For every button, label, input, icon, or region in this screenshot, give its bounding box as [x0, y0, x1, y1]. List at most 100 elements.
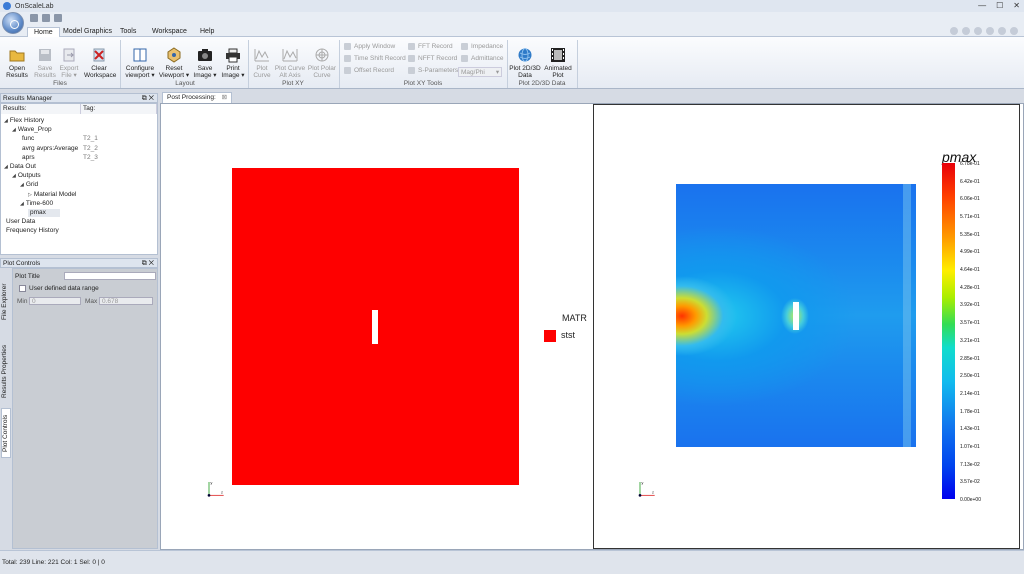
expand-arrow-icon[interactable]: ◢ [20, 201, 24, 207]
tree-item[interactable]: ◢ Outputs [12, 172, 41, 180]
group-label-files: Files [53, 80, 67, 87]
tree-item[interactable]: User Data [4, 218, 35, 226]
circle-icon[interactable] [950, 27, 958, 35]
status-text: Total: 239 Line: 221 Col: 1 Sel: 0 | 0 [2, 559, 105, 566]
results-column-header[interactable]: Results: [1, 104, 81, 114]
app-menu-button[interactable] [2, 12, 24, 34]
minimize-icon[interactable]: — [978, 1, 986, 10]
checkbox[interactable] [19, 285, 26, 292]
animated-plot-button[interactable]: Animated Plot [542, 40, 574, 79]
axis-triad-icon: y z [638, 480, 655, 497]
tab-workspace[interactable]: Workspace [146, 27, 193, 37]
tree-item[interactable]: ◢ Time-600 [20, 200, 53, 208]
expand-arrow-icon[interactable]: ◢ [12, 127, 16, 133]
group-label-plot-xy-tools: Plot XY Tools [403, 80, 443, 87]
film-icon [551, 48, 565, 62]
expand-arrow-icon[interactable]: ◢ [4, 164, 8, 170]
plot-title-input[interactable] [64, 272, 156, 280]
colorbar-tick-label: 4.28e-01 [960, 284, 980, 291]
tree-item[interactable]: ◢ Grid [20, 181, 38, 189]
min-input[interactable]: 0 [29, 297, 81, 305]
heatmap-slot [793, 302, 799, 330]
tab-results-properties[interactable]: Results Properties [1, 334, 11, 408]
tree-item[interactable]: pmax [28, 209, 60, 217]
camera-icon [198, 49, 212, 61]
offset-record-button[interactable]: Offset Record [344, 67, 394, 74]
impedance-icon [461, 43, 468, 50]
export-file-button[interactable]: Export File ▾ [54, 40, 84, 79]
print-image-button[interactable]: Print Image ▾ [218, 40, 248, 79]
plot-2d3d-data-button[interactable]: Plot 2D/3D Data [509, 40, 541, 79]
status-bar: Total: 239 Line: 221 Col: 1 Sel: 0 | 0 [0, 550, 1024, 574]
tab-help[interactable]: Help [194, 27, 220, 37]
tab-home[interactable]: Home [27, 27, 60, 37]
tab-plot-controls[interactable]: Plot Controls [1, 408, 11, 458]
tree-item[interactable]: avrg avprs:Average [20, 145, 78, 153]
fft-record-button[interactable]: FFT Record [408, 43, 453, 50]
close-icon[interactable]: ⊠ [222, 94, 227, 101]
export-icon[interactable] [54, 14, 62, 22]
panel-close-icon[interactable]: ⧉ ✕ [142, 259, 154, 268]
polar-icon [315, 48, 329, 62]
nfft-record-button[interactable]: NFFT Record [408, 55, 457, 62]
admittance-button[interactable]: Admittance [461, 55, 504, 62]
tab-model-graphics[interactable]: Model Graphics [57, 27, 118, 37]
tree-item-label: Wave_Prop [17, 126, 52, 134]
plot-curve-alt-axis-button[interactable]: Plot Curve Alt Axis [273, 40, 307, 79]
colorbar-tick-label: 6.06e-01 [960, 196, 980, 203]
maximize-icon[interactable]: ☐ [996, 1, 1003, 10]
document-tab[interactable]: Post Processing: ⊠ [162, 92, 233, 103]
tab-tools[interactable]: Tools [114, 27, 142, 37]
tree-item[interactable]: ◢ Wave_Prop [12, 126, 52, 134]
user-range-checkbox-row[interactable]: User defined data range [19, 285, 99, 292]
colorbar-tick-label: 7.13e-02 [960, 461, 980, 468]
help-icon[interactable] [998, 27, 1006, 35]
clear-workspace-button[interactable]: Clear Workspace [84, 40, 116, 79]
tree-item-label: Grid [25, 181, 39, 189]
colorbar-tick-label: 3.57e-01 [960, 320, 980, 327]
save-image-button[interactable]: Save Image ▾ [190, 40, 220, 79]
tree-item[interactable]: ◢ Flex History [4, 117, 44, 125]
expand-arrow-icon[interactable]: ◢ [4, 118, 8, 124]
clear-icon [93, 48, 105, 62]
tree-item[interactable]: ◢ Data Out [4, 163, 36, 171]
time-shift-record-button[interactable]: Time Shift Record [344, 55, 406, 62]
expand-arrow-icon[interactable]: ◢ [12, 173, 16, 179]
open-folder-icon[interactable] [42, 14, 50, 22]
s-parameters-button[interactable]: S-Parameters [408, 67, 458, 74]
panel-close-icon[interactable]: ⧉ ✕ [142, 94, 154, 103]
max-input[interactable]: 0.678 [99, 297, 153, 305]
title-bar: OnScaleLab [0, 0, 1024, 12]
layout-icon[interactable] [986, 27, 994, 35]
tree-item[interactable]: aprs [20, 154, 35, 162]
tag-column-header[interactable]: Tag: [81, 104, 157, 114]
plot-polar-curve-button[interactable]: Plot Polar Curve [306, 40, 338, 79]
colorbar-tick-label: 3.92e-01 [960, 302, 980, 309]
gear-icon[interactable] [1010, 27, 1018, 35]
tab-file-explorer[interactable]: File Explorer [1, 270, 11, 334]
open-results-button[interactable]: Open Results [2, 40, 32, 79]
tree-item[interactable]: func [20, 135, 34, 143]
reset-viewport-button[interactable]: Reset Viewport ▾ [158, 40, 190, 79]
expand-arrow-icon[interactable]: ▷ [28, 192, 32, 198]
curve-alt-icon [282, 49, 298, 62]
mag-phi-select[interactable]: Mag/Phi ▾ [458, 67, 503, 77]
fft-icon [408, 43, 415, 50]
legend-title: MATR [562, 313, 587, 323]
expand-arrow-icon[interactable]: ◢ [20, 182, 24, 188]
apply-window-button[interactable]: Apply Window [344, 43, 395, 50]
circle-icon[interactable] [962, 27, 970, 35]
tree-item-label: avrg avprs:Average [22, 144, 79, 152]
impedance-button[interactable]: Impedance [461, 43, 503, 50]
configure-viewport-button[interactable]: Configure viewport ▾ [124, 40, 156, 79]
circle-icon[interactable] [974, 27, 982, 35]
tree-item[interactable]: Frequency History [4, 227, 59, 235]
tree-item[interactable]: ▷ Material Model [28, 191, 77, 199]
plot-curve-button[interactable]: Plot Curve [249, 40, 275, 79]
save-icon[interactable] [30, 14, 38, 22]
curve-icon [254, 49, 269, 62]
material-slot [372, 310, 378, 344]
plot-controls-header: Plot Controls ⧉ ✕ [0, 258, 158, 268]
tree-item-label: pmax [30, 209, 46, 216]
close-icon[interactable]: ✕ [1013, 1, 1020, 10]
